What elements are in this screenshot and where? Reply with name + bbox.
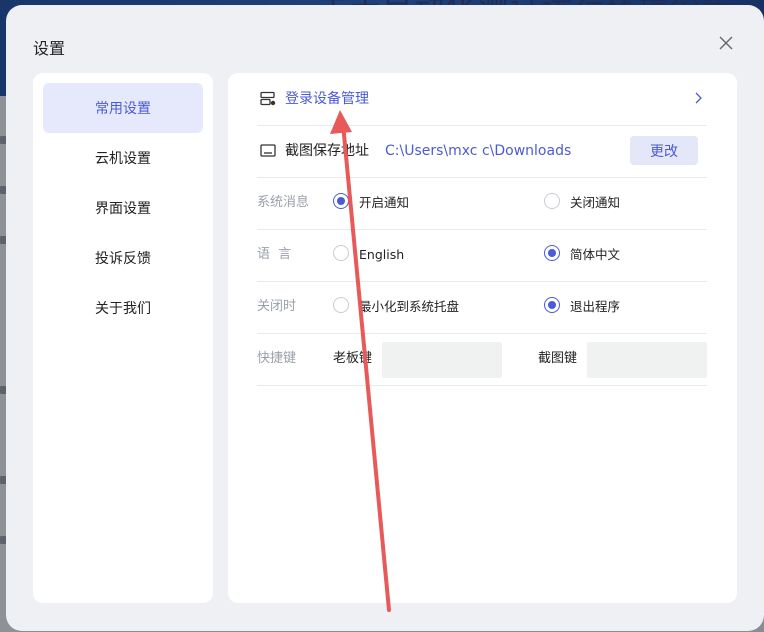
screenshot-key-input[interactable] [587,342,707,378]
screenshot-path-value: C:\Users\mxc c\Downloads [385,143,572,159]
language-row: 语 言 English 简体中文 [257,229,707,282]
language-en-label[interactable]: English [359,229,404,281]
settings-panel: 登录设备管理 截图保存地址 C:\Users\mxc c\Downloads 更… [228,73,737,603]
notify-off-label[interactable]: 关闭通知 [570,177,620,229]
sidebar-item-cloud[interactable]: 云机设置 [43,133,203,183]
hotkeys-label: 快捷键 [257,351,297,366]
notify-off-radio[interactable] [544,193,560,209]
close-icon [719,36,733,50]
screenshot-path-label: 截图保存地址 [285,143,369,159]
on-close-label: 关闭时 [257,299,297,314]
boss-key-label: 老板键 [333,351,373,366]
exit-program-label[interactable]: 退出程序 [570,281,620,333]
notify-on-label[interactable]: 开启通知 [359,177,409,229]
device-manage-row[interactable]: 登录设备管理 [257,73,707,126]
screenshot-key-label: 截图键 [538,351,578,366]
chevron-right-icon[interactable] [693,91,703,105]
device-list-icon [260,91,276,106]
sidebar-item-about[interactable]: 关于我们 [43,283,203,333]
on-close-row: 关闭时 最小化到系统托盘 退出程序 [257,281,707,334]
language-label: 语 言 [257,247,292,262]
sidebar-item-general[interactable]: 常用设置 [43,83,203,133]
dialog-title: 设置 [33,39,66,58]
change-path-button[interactable]: 更改 [630,136,698,165]
minimize-tray-label[interactable]: 最小化到系统托盘 [359,281,459,333]
screen-icon [260,144,276,157]
exit-program-radio[interactable] [544,297,560,313]
boss-key-input[interactable] [382,342,502,378]
language-en-radio[interactable] [333,245,349,261]
language-zh-radio[interactable] [544,245,560,261]
sidebar-item-interface[interactable]: 界面设置 [43,183,203,233]
settings-sidebar: 常用设置 云机设置 界面设置 投诉反馈 关于我们 [33,73,213,603]
language-zh-label[interactable]: 简体中文 [570,229,620,281]
device-manage-link[interactable]: 登录设备管理 [285,73,369,125]
notification-row: 系统消息 开启通知 关闭通知 [257,177,707,230]
notify-on-radio[interactable] [333,193,349,209]
minimize-tray-radio[interactable] [333,297,349,313]
settings-dialog: 设置 常用设置 云机设置 界面设置 投诉反馈 关于我们 登录设备管理 截图保存地… [6,5,764,631]
screenshot-path-row: 截图保存地址 C:\Users\mxc c\Downloads 更改 [257,125,707,178]
close-button[interactable] [716,33,736,53]
sidebar-item-feedback[interactable]: 投诉反馈 [43,233,203,283]
notification-label: 系统消息 [257,195,310,210]
hotkeys-row: 快捷键 老板键 截图键 [257,333,707,386]
